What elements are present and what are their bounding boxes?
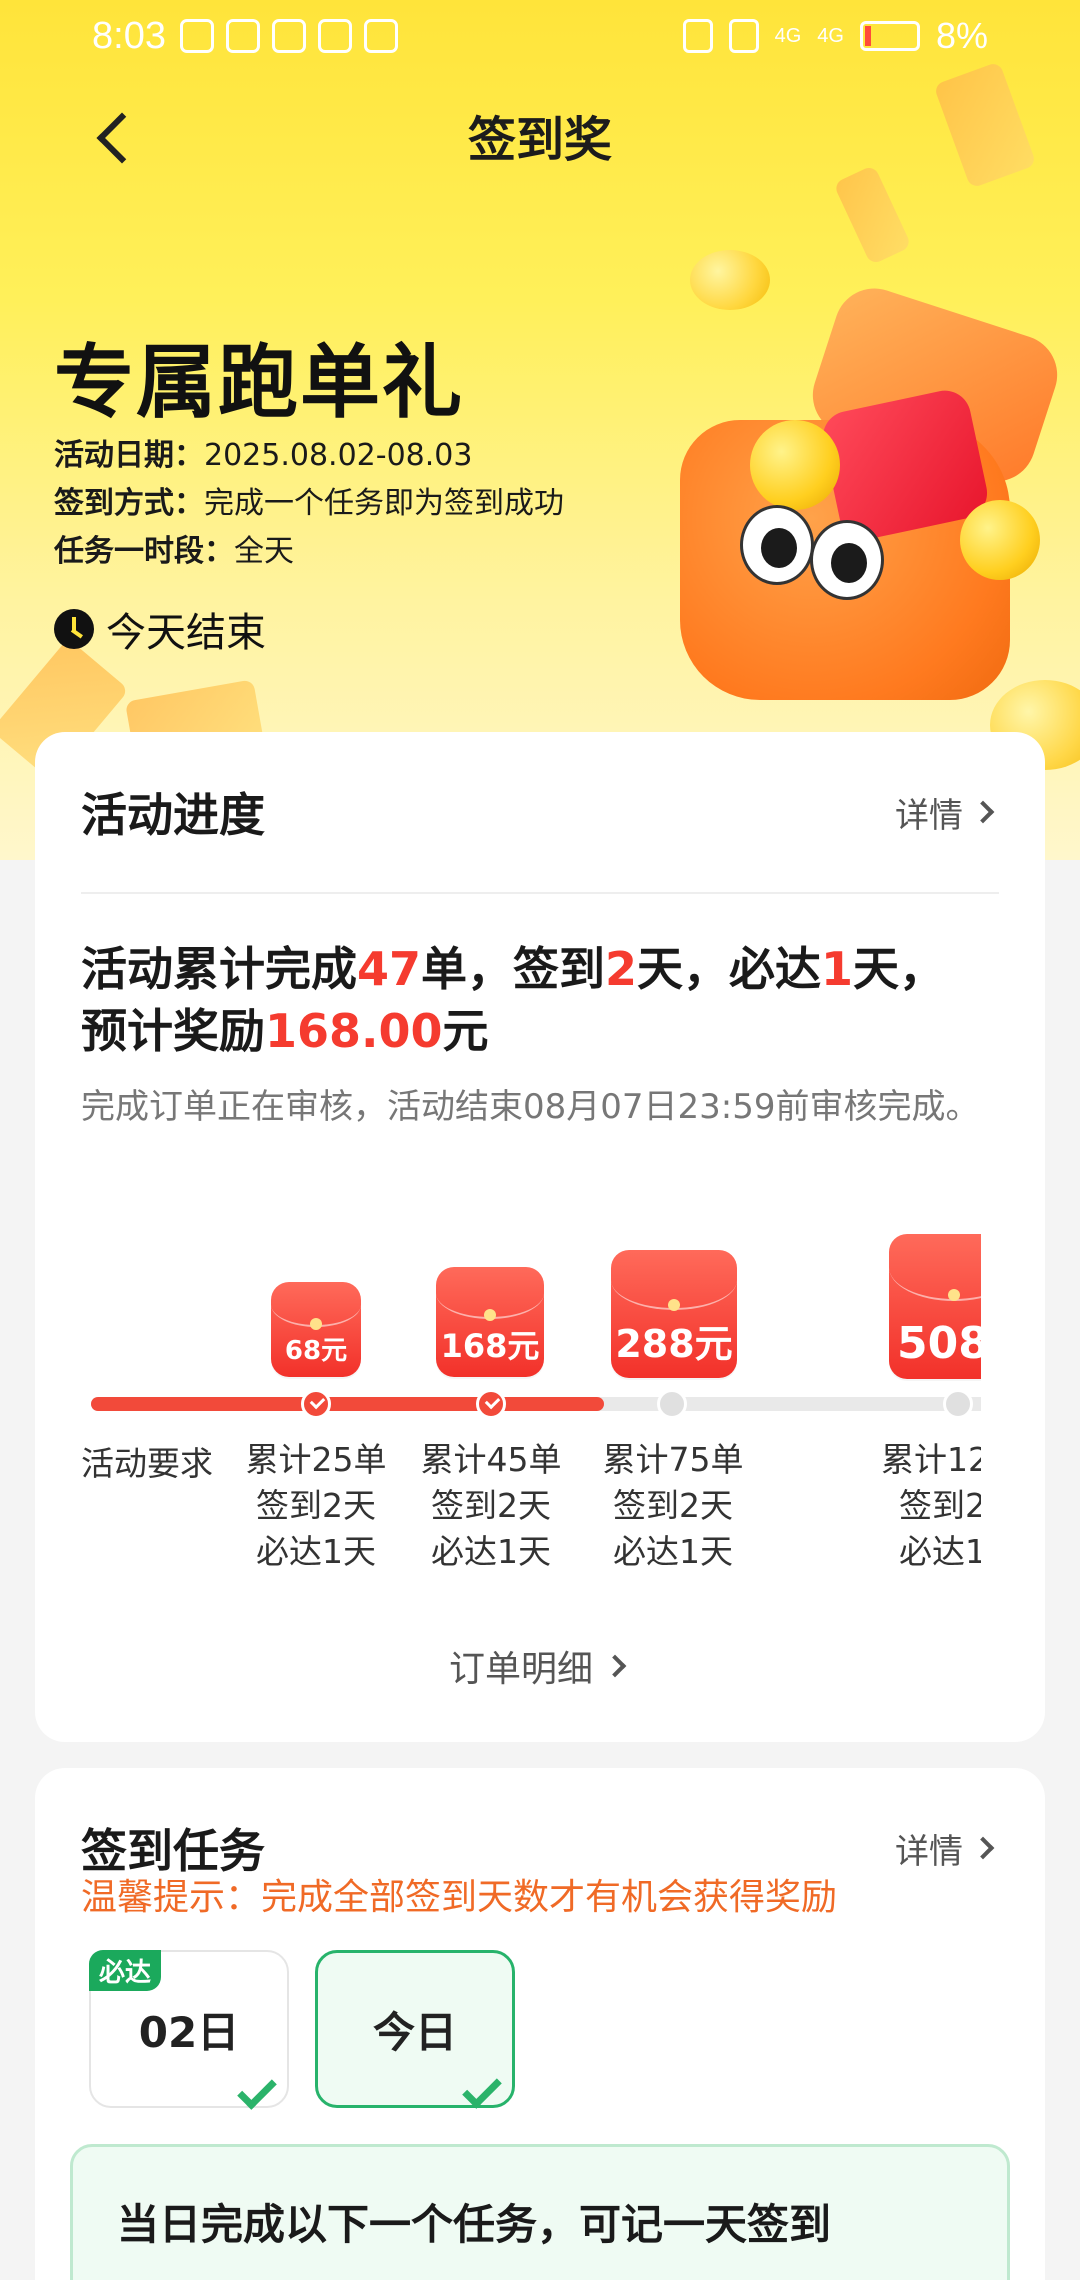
signin-day[interactable]: 必达 02日 [89, 1950, 289, 2110]
status-bar: 8:03 4G 4G 8% [0, 0, 1080, 72]
detail-link[interactable]: 详情 [895, 788, 999, 837]
info-label: 签到方式： [54, 486, 204, 521]
detail-label: 详情 [895, 1831, 963, 1872]
info-row: 任务一时段： 全天 [54, 528, 564, 576]
must-badge: 必达 [89, 1950, 162, 1991]
reward-envelope[interactable]: 68元 [271, 1282, 361, 1377]
reward-amount: 168.00 [265, 1004, 443, 1058]
audit-note: 完成订单正在审核，活动结束08月07日23:59前审核完成。 [81, 1087, 980, 1127]
chevron-right-icon [971, 1836, 995, 1860]
order-detail-label: 订单明细 [448, 1649, 593, 1690]
promo-title: 专属跑单礼 [54, 336, 464, 429]
info-label: 任务一时段： [54, 534, 234, 569]
reward-envelope[interactable]: 508 [889, 1234, 981, 1379]
mute-icon [728, 19, 759, 53]
app-notification-icon [179, 19, 214, 53]
orders-count: 47 [357, 942, 422, 996]
detail-link[interactable]: 详情 [895, 1824, 999, 1873]
app-notification-icon [225, 19, 260, 53]
promo-info: 活动日期： 2025.08.02-08.03 签到方式： 完成一个任务即为签到成… [54, 432, 564, 576]
track-fill [91, 1397, 604, 1411]
day-label: 02日 [138, 2007, 240, 2057]
card-title: 活动进度 [81, 788, 265, 842]
check-icon [462, 2069, 502, 2109]
must-days: 1 [821, 942, 854, 996]
reward-envelope[interactable]: 288元 [611, 1250, 737, 1378]
detail-label: 详情 [895, 795, 963, 836]
card-header: 活动进度 详情 [35, 732, 1045, 892]
network-label: 4G [817, 24, 844, 47]
network-label: 4G [774, 24, 802, 47]
activity-progress-card: 活动进度 详情 活动累计完成47单，签到2天，必达1天， 预计奖励168.00元… [35, 732, 1045, 1742]
info-label: 活动日期： [54, 438, 204, 473]
battery-icon [859, 21, 920, 51]
tier-label: 累计12 签到2 必达1 [881, 1440, 981, 1571]
info-value: 2025.08.02-08.03 [204, 438, 473, 473]
signin-days-row: 必达 02日 今日 [35, 1920, 1045, 2110]
task-instruction: 当日完成以下一个任务，可记一天签到 [117, 2200, 832, 2249]
chevron-right-icon [971, 800, 995, 824]
signin-days: 2 [605, 942, 638, 996]
battery-percent: 8% [935, 15, 988, 56]
top-header: 签到奖 [0, 90, 1080, 180]
day-label: 今日 [372, 2007, 457, 2057]
requirement-label: 活动要求 [81, 1444, 213, 1483]
progress-summary: 活动累计完成47单，签到2天，必达1天， 预计奖励168.00元 [81, 942, 946, 1058]
info-value: 全天 [234, 534, 294, 569]
bluetooth-icon [682, 19, 713, 53]
tier-node [657, 1389, 687, 1419]
page-title: 签到奖 [467, 112, 612, 168]
tier-node [301, 1389, 331, 1419]
app-notification-icon [271, 19, 306, 53]
order-detail-link[interactable]: 订单明细 [35, 1640, 1045, 1692]
tier-label: 累计75单 签到2天 必达1天 [602, 1440, 744, 1571]
tier-label: 累计45单 签到2天 必达1天 [420, 1440, 562, 1571]
system-icons: 4G 4G 8% [682, 15, 988, 57]
progress-track: 68元 168元 288元 508 活动要求 累计25单 签到2天 必达1天 累… [81, 1222, 981, 1582]
task-instruction-box: 当日完成以下一个任务，可记一天签到 [70, 2144, 1010, 2280]
tier-label: 累计25单 签到2天 必达1天 [245, 1440, 387, 1571]
warm-tip: 温馨提示：完成全部签到天数才有机会获得奖励 [81, 1877, 838, 1918]
info-value: 完成一个任务即为签到成功 [204, 486, 564, 521]
notification-icons [179, 19, 398, 53]
status-time: 8:03 [92, 14, 166, 57]
check-icon [237, 2070, 277, 2110]
info-row: 签到方式： 完成一个任务即为签到成功 [54, 480, 564, 528]
signin-day-today[interactable]: 今日 [315, 1950, 515, 2109]
clock-icon [54, 609, 94, 649]
end-text: 今天结束 [106, 610, 266, 656]
reward-envelope[interactable]: 168元 [436, 1267, 544, 1377]
chevron-right-icon [603, 1654, 627, 1678]
end-badge: 今天结束 [54, 600, 266, 658]
app-notification-icon [317, 19, 352, 53]
tier-node [476, 1389, 506, 1419]
info-row: 活动日期： 2025.08.02-08.03 [54, 432, 564, 480]
tier-node [943, 1389, 973, 1419]
signin-task-card: 签到任务 详情 温馨提示：完成全部签到天数才有机会获得奖励 必达 02日 今日 … [35, 1768, 1045, 2280]
nfc-icon [363, 19, 398, 53]
back-arrow-icon[interactable] [88, 108, 144, 164]
gift-box-mascot [660, 278, 1080, 740]
